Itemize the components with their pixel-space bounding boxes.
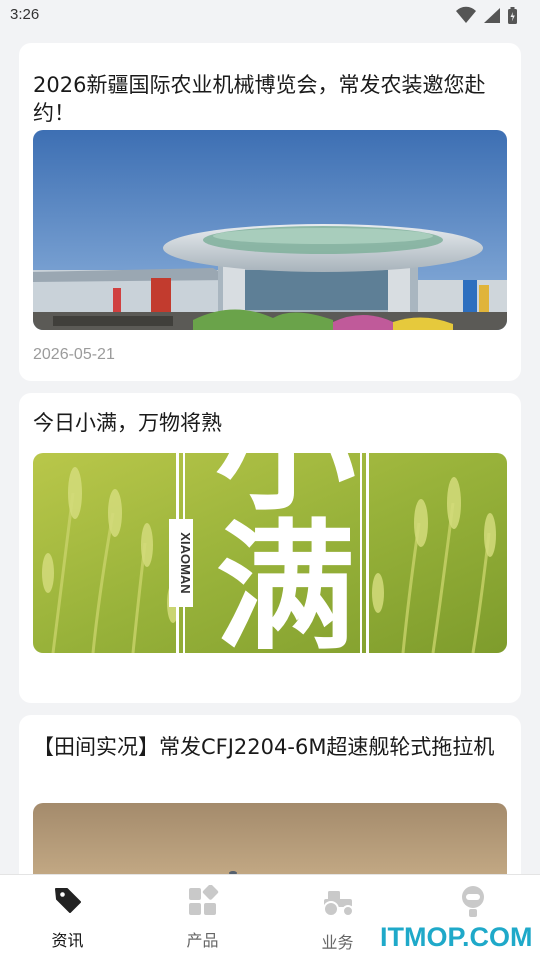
news-feed[interactable]: 2026新疆国际农业机械博览会，常发农装邀您赴约！ 2026-05-21 今日小… xyxy=(0,32,540,874)
watermark-text: ITMOP.COM xyxy=(380,922,533,952)
tractor-icon xyxy=(320,887,356,921)
tag-icon xyxy=(53,885,83,919)
signal-icon xyxy=(484,8,500,23)
status-bar: 3:26 xyxy=(0,0,540,32)
article-title[interactable]: 【田间实况】常发CFJ2204-6M超速舰轮式拖拉机 xyxy=(33,733,507,761)
exhibition-center-photo xyxy=(33,130,507,330)
tab-news[interactable]: 资讯 xyxy=(0,875,135,960)
grid-icon xyxy=(187,884,219,921)
article-image[interactable] xyxy=(33,130,507,330)
article-title[interactable]: 2026新疆国际农业机械博览会，常发农装邀您赴约！ xyxy=(33,71,507,127)
article-card[interactable]: 今日小满，万物将熟 XIAOMAN 小满 xyxy=(19,393,521,703)
tab-label: 资讯 xyxy=(51,931,84,950)
article-title[interactable]: 今日小满，万物将熟 xyxy=(33,409,507,437)
article-image[interactable]: XIAOMAN 小满 xyxy=(33,453,507,653)
robot-icon xyxy=(458,885,488,923)
article-card[interactable]: 2026新疆国际农业机械博览会，常发农装邀您赴约！ 2026-05-21 xyxy=(19,43,521,381)
article-card[interactable]: 【田间实况】常发CFJ2204-6M超速舰轮式拖拉机 xyxy=(19,715,521,874)
article-date: 2026-05-21 xyxy=(33,701,115,703)
wifi-icon xyxy=(456,6,476,23)
status-icons xyxy=(448,6,528,26)
article-image[interactable] xyxy=(33,803,507,874)
xiaoman-han-text: 小满 xyxy=(192,453,356,653)
article-date: 2026-05-21 xyxy=(33,346,115,363)
wheat-field-xiaoman-photo: XIAOMAN 小满 xyxy=(33,453,507,653)
field-soil-photo xyxy=(33,803,507,874)
tab-label: 产品 xyxy=(186,931,219,950)
battery-icon xyxy=(508,7,517,24)
status-time: 3:26 xyxy=(10,6,40,23)
tab-products[interactable]: 产品 xyxy=(135,875,270,960)
